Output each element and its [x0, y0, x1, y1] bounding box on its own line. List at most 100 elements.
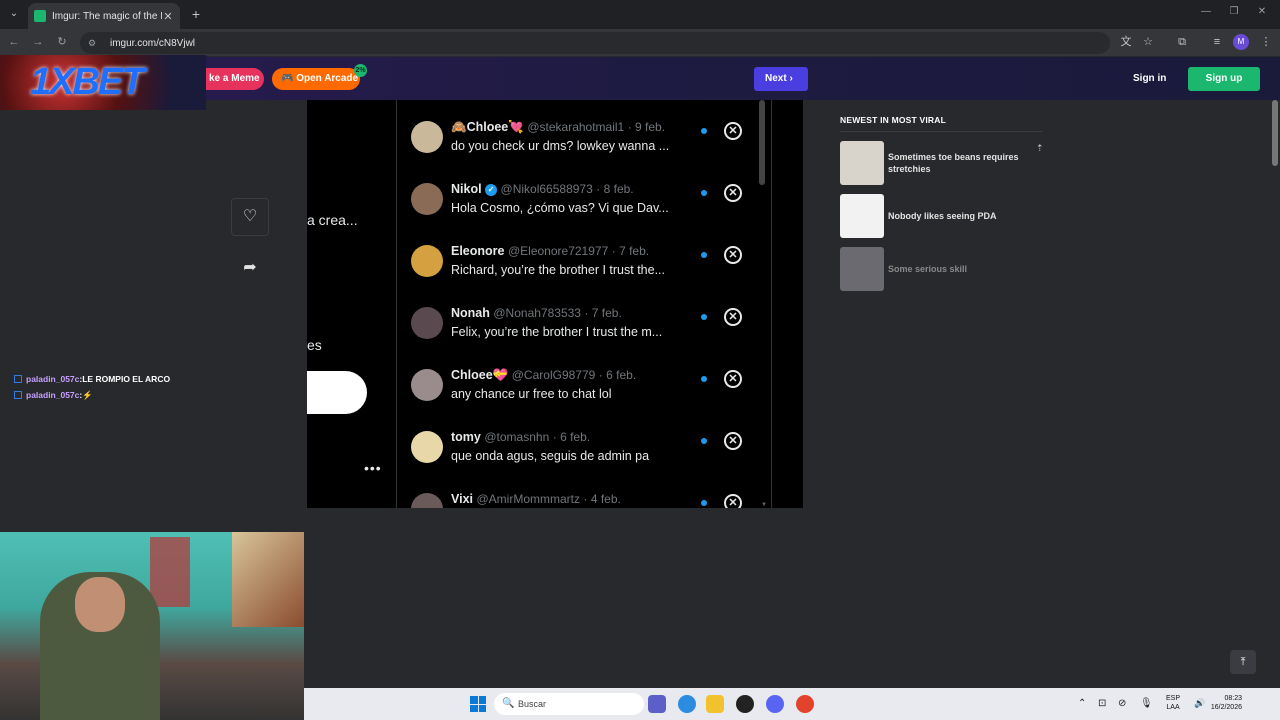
extensions-icon[interactable]: ⧉ — [1174, 34, 1190, 50]
dm-sender: 🙈Chloee💘 @stekarahotmail1 · 9 feb. — [451, 120, 665, 135]
dismiss-icon: ✕ — [724, 308, 742, 326]
dm-item[interactable]: Nikol ✓ @Nikol66588973 · 8 feb. Hola Cosm… — [397, 180, 773, 242]
back-to-top-icon[interactable]: ⤒ — [1230, 650, 1256, 674]
maximize-icon[interactable]: ❐ — [1224, 6, 1244, 22]
dm-preview: Hola Cosmo, ¿cómo vas? Vi que Dav... — [451, 201, 669, 215]
tray-overflow-icon[interactable]: ⌃ — [1078, 698, 1086, 709]
dismiss-icon: ✕ — [724, 494, 742, 508]
more-icon: ••• — [364, 460, 382, 476]
chat-user: paladin_057c — [26, 374, 80, 384]
windows-start-icon[interactable] — [470, 696, 486, 712]
back-icon[interactable]: ← — [6, 34, 22, 50]
dm-sender: Nikol ✓ @Nikol66588973 · 8 feb. — [451, 182, 634, 196]
tray-network-icon[interactable]: ⊘ — [1118, 698, 1126, 709]
post-left-crop: a crea... es ••• — [307, 100, 397, 508]
taskbar-clock[interactable]: 08:23 16/2/2026 — [1204, 694, 1242, 712]
dm-display-name: Vixi — [451, 492, 474, 506]
file-explorer-icon[interactable] — [706, 695, 724, 713]
discord-icon[interactable] — [766, 695, 784, 713]
dm-preview: do you check ur dms? lowkey wanna ... — [451, 139, 670, 153]
dm-handle: @CarolG98779 — [511, 368, 596, 382]
webcam-background-poster — [150, 537, 190, 607]
chat-message: LE ROMPIO EL ARCO — [82, 374, 171, 384]
viral-item[interactable]: Some serious skill — [840, 247, 1042, 291]
dm-avatar — [411, 183, 443, 215]
lang-layout: LAA — [1166, 704, 1180, 711]
site-info-icon[interactable]: ⚙ — [88, 38, 100, 49]
dm-item[interactable]: Vixi @AmirMommmartz · 4 feb. ✕ — [397, 490, 773, 508]
dm-preview: Richard, you’re the brother I trust the.… — [451, 263, 665, 277]
url-text: imgur.com/cN8Vjwl — [110, 37, 196, 49]
unread-dot-icon — [701, 438, 707, 444]
dm-name-emoji: 💘 — [508, 120, 524, 134]
search-placeholder: Buscar — [518, 699, 547, 709]
browser-menu-icon[interactable]: ⋮ — [1258, 34, 1274, 50]
dm-item[interactable]: tomy @tomasnhn · 6 feb. que onda agus, se… — [397, 428, 773, 490]
lang-code: ESP — [1166, 695, 1181, 702]
minimize-icon[interactable]: — — [1196, 6, 1216, 22]
forward-icon[interactable]: → — [30, 34, 46, 50]
viral-item[interactable]: Sometimes toe beans requires stretchies — [840, 141, 1042, 185]
chrome-icon[interactable] — [678, 695, 696, 713]
sign-up-button[interactable]: Sign up — [1188, 67, 1260, 91]
url-bar[interactable]: ⚙ imgur.com/cN8Vjwl — [80, 32, 1110, 54]
next-post-button[interactable]: Next › — [754, 67, 808, 91]
dm-preview: que onda agus, seguis de admin pa — [451, 449, 650, 463]
browser-tab[interactable]: Imgur: The magic of the Intern ✕ — [28, 3, 180, 29]
dm-item[interactable]: Chloee💝 @CarolG98779 · 6 feb. any chance … — [397, 366, 773, 428]
overlay-logo-text: 1XBET — [30, 61, 144, 103]
webcam-person-head — [75, 577, 125, 632]
sign-in-link[interactable]: Sign in — [1133, 73, 1166, 84]
obs-icon[interactable] — [736, 695, 754, 713]
media-controls-icon[interactable]: ≡ — [1209, 34, 1225, 50]
stream-overlay-logo: 1XBET — [0, 55, 206, 110]
dm-date: · 6 feb. — [598, 368, 637, 382]
viral-item-title: Sometimes toe beans requires stretchies — [888, 152, 1019, 174]
open-arcade-button[interactable]: 🎮 Open Arcade — [272, 68, 360, 90]
favorite-heart-icon[interactable]: ♡ — [231, 198, 269, 236]
teams-icon[interactable] — [648, 695, 666, 713]
close-window-icon[interactable]: ✕ — [1252, 6, 1272, 22]
dm-item[interactable]: Eleonore @Eleonore721977 · 7 feb. Richard… — [397, 242, 773, 304]
page-scrollbar[interactable] — [1272, 100, 1278, 166]
dismiss-icon: ✕ — [724, 184, 742, 202]
taskbar-search[interactable]: 🔍 Buscar — [494, 693, 644, 715]
translate-icon[interactable]: 文 — [1118, 34, 1134, 50]
dm-handle: @Nonah783533 — [493, 306, 581, 320]
viral-thumbnail — [840, 247, 884, 291]
browser-tab-strip: ⌄ Imgur: The magic of the Intern ✕ + — ❐… — [0, 0, 1280, 29]
app-icon[interactable] — [796, 695, 814, 713]
most-viral-sidebar: NEWEST IN MOST VIRAL Sometimes toe beans… — [840, 115, 1042, 291]
profile-avatar[interactable]: M — [1233, 34, 1249, 50]
new-tab-icon[interactable]: + — [188, 6, 204, 22]
reload-icon[interactable]: ↻ — [54, 34, 70, 50]
unread-dot-icon — [701, 128, 707, 134]
dm-handle: @stekarahotmail1 — [527, 120, 625, 134]
tray-app-icon[interactable]: ⊡ — [1098, 698, 1106, 709]
dm-avatar — [411, 493, 443, 508]
language-indicator[interactable]: ESP LAA — [1166, 694, 1180, 712]
chat-badge-icon — [14, 391, 22, 399]
dm-display-name: Chloee — [451, 368, 493, 382]
dm-date: · 7 feb. — [584, 306, 622, 320]
post-text-fragment: es — [307, 337, 322, 353]
dm-avatar — [411, 245, 443, 277]
tab-close-icon[interactable]: ✕ — [162, 10, 174, 23]
verified-badge-icon: ✓ — [485, 183, 498, 196]
dm-item[interactable]: Nonah @Nonah783533 · 7 feb. Felix, you’re… — [397, 304, 773, 366]
share-arrow-icon[interactable]: ➦ — [240, 258, 260, 278]
chat-badge-icon — [14, 375, 22, 383]
bookmark-star-icon[interactable]: ☆ — [1140, 34, 1156, 50]
make-meme-button[interactable]: ke a Meme — [206, 68, 264, 90]
dm-item[interactable]: 🙈Chloee💘 @stekarahotmail1 · 9 feb. do you… — [397, 118, 773, 180]
tab-title: Imgur: The magic of the Intern — [52, 10, 162, 22]
viral-item[interactable]: Nobody likes seeing PDA — [840, 194, 1042, 238]
dm-avatar — [411, 431, 443, 463]
post-image: a crea... es ••• 🙈Chloee💘 @stekarahotmai… — [307, 100, 803, 508]
dm-date: · 7 feb. — [611, 244, 650, 258]
sidebar-title: NEWEST IN MOST VIRAL — [840, 115, 1042, 132]
sidebar-scroll-icon[interactable]: ⇡ — [1036, 143, 1044, 154]
dm-avatar — [411, 369, 443, 401]
tab-search-icon[interactable]: ⌄ — [6, 6, 22, 22]
tray-mic-icon[interactable]: 🎙 — [1140, 698, 1153, 709]
